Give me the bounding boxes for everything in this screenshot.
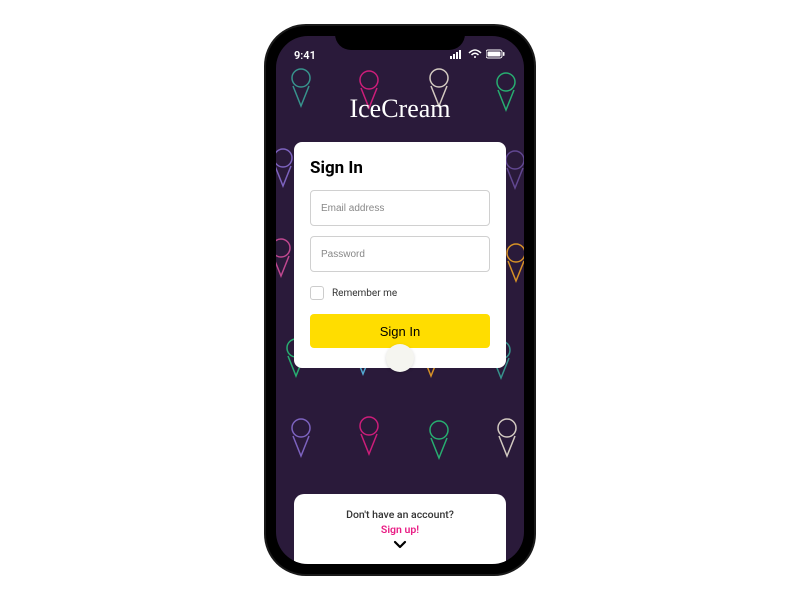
signin-card: Sign In Remember me Sign In xyxy=(294,142,506,368)
app-title: IceCream xyxy=(294,94,506,124)
spacer xyxy=(294,368,506,494)
signal-icon xyxy=(450,49,464,62)
signin-button[interactable]: Sign In xyxy=(310,314,490,348)
wifi-icon xyxy=(468,49,482,62)
status-right xyxy=(450,49,506,62)
remember-row: Remember me xyxy=(310,286,490,300)
signup-link[interactable]: Sign up! xyxy=(304,523,496,536)
chevron-down-icon[interactable] xyxy=(304,538,496,554)
status-time: 9:41 xyxy=(294,49,316,62)
home-indicator[interactable] xyxy=(350,554,450,558)
phone-notch xyxy=(335,26,465,50)
footer-prompt: Don't have an account? xyxy=(304,508,496,521)
password-field[interactable] xyxy=(310,236,490,272)
signin-title: Sign In xyxy=(310,158,490,178)
remember-checkbox[interactable] xyxy=(310,286,324,300)
email-field[interactable] xyxy=(310,190,490,226)
battery-icon xyxy=(486,49,506,62)
remember-label: Remember me xyxy=(332,288,397,299)
phone-screen: 9:41 IceCream Sign In xyxy=(276,36,524,564)
content-area: IceCream Sign In Remember me Sign In Don… xyxy=(276,36,524,564)
phone-frame: 9:41 IceCream Sign In xyxy=(266,26,534,574)
drag-handle[interactable] xyxy=(386,344,414,372)
